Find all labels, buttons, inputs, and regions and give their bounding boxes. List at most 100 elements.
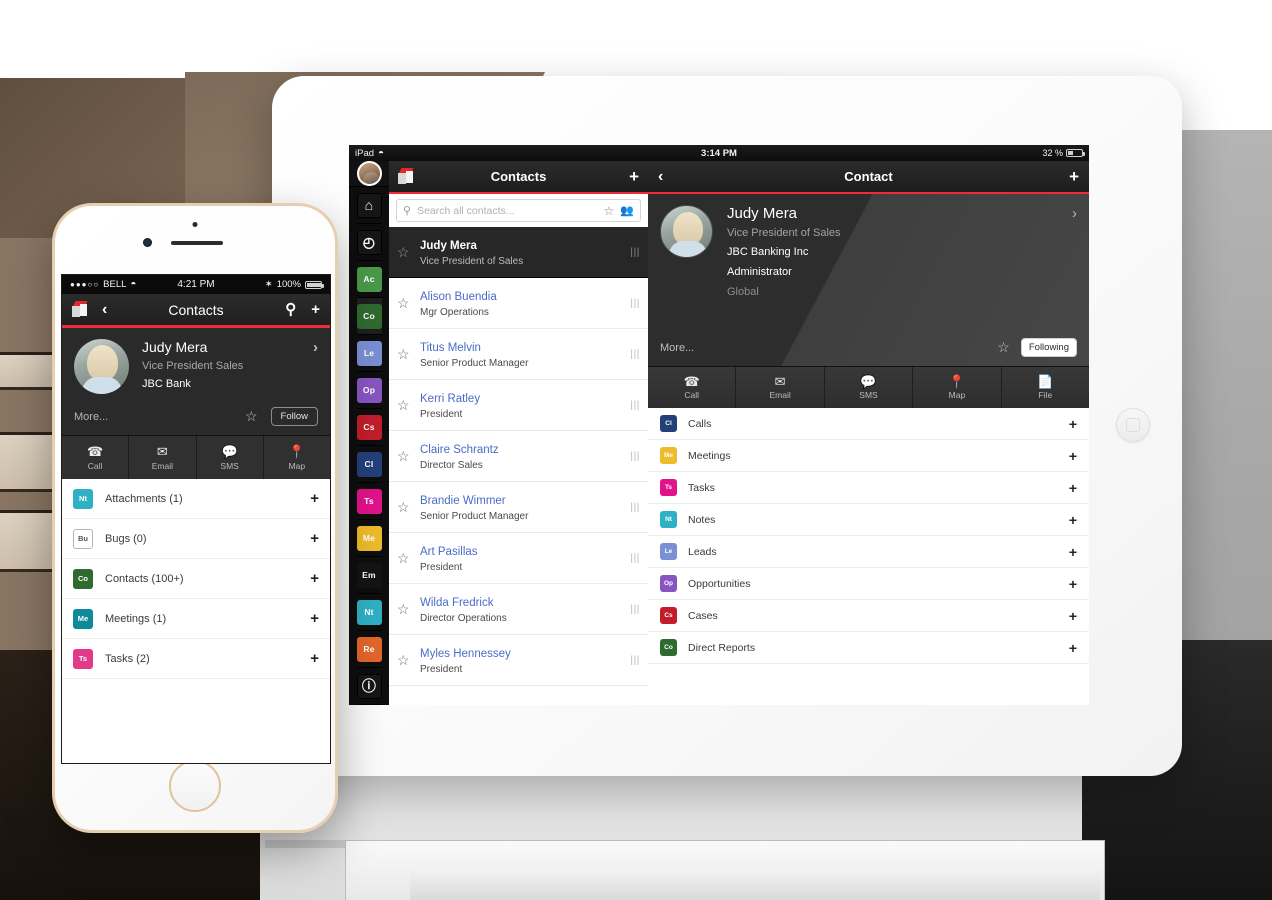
add-related-button[interactable]: + <box>1069 417 1077 431</box>
drag-handle-icon[interactable]: ||| <box>630 604 640 615</box>
add-related-button[interactable]: + <box>1069 609 1077 623</box>
drag-handle-icon[interactable]: ||| <box>630 553 640 564</box>
search-icon[interactable]: ⚲ <box>285 302 296 317</box>
follow-button[interactable]: Follow <box>270 407 318 426</box>
add-related-button[interactable]: + <box>1069 641 1077 655</box>
people-icon[interactable]: 👥 <box>620 204 634 217</box>
add-contact-button[interactable]: + <box>629 168 639 185</box>
add-related-button[interactable]: + <box>310 611 319 626</box>
star-icon[interactable]: ☆ <box>604 204 615 218</box>
contact-list-item[interactable]: ☆ Kerri Ratley President ||| <box>389 380 648 431</box>
contact-list-item[interactable]: ☆ Judy Mera Vice President of Sales ||| <box>389 227 648 278</box>
related-list-row[interactable]: Co Contacts (100+) + <box>62 559 330 599</box>
action-email[interactable]: ✉ Email <box>736 367 825 408</box>
rail-item-accounts[interactable]: Ac <box>356 261 382 298</box>
rail-item-reports[interactable]: Re <box>356 631 382 668</box>
chevron-right-icon[interactable]: › <box>1072 205 1077 222</box>
chevron-right-icon[interactable]: › <box>313 339 318 394</box>
contact-team: Global <box>727 286 759 298</box>
drag-handle-icon[interactable]: ||| <box>630 247 640 258</box>
contact-list-item[interactable]: ☆ Alison Buendia Mgr Operations ||| <box>389 278 648 329</box>
add-related-button[interactable]: + <box>310 531 319 546</box>
iphone-home-button[interactable] <box>169 760 221 812</box>
drag-handle-icon[interactable]: ||| <box>630 298 640 309</box>
add-related-button[interactable]: + <box>1069 545 1077 559</box>
add-record-button[interactable]: + <box>1069 168 1079 185</box>
related-list-row[interactable]: Nt Notes + <box>648 504 1089 536</box>
star-icon[interactable]: ☆ <box>397 244 411 261</box>
action-map[interactable]: 📍 Map <box>913 367 1002 408</box>
action-sms[interactable]: 💬 SMS <box>825 367 914 408</box>
rail-item-contacts[interactable]: Co <box>356 298 382 335</box>
contact-list-item[interactable]: ☆ Myles Hennessey President ||| <box>389 635 648 686</box>
star-icon[interactable]: ☆ <box>397 499 411 516</box>
rail-item-leads[interactable]: Le <box>356 335 382 372</box>
related-list-row[interactable]: Ts Tasks + <box>648 472 1089 504</box>
rail-item-opportunities[interactable]: Op <box>356 372 382 409</box>
contact-name: Myles Hennessey <box>420 647 511 660</box>
rail-item-meetings[interactable]: Me <box>356 520 382 557</box>
star-icon[interactable]: ☆ <box>397 601 411 618</box>
add-related-button[interactable]: + <box>310 571 319 586</box>
star-icon[interactable]: ☆ <box>245 408 258 425</box>
add-related-button[interactable]: + <box>1069 577 1077 591</box>
contact-list-item[interactable]: ☆ Titus Melvin Senior Product Manager ||| <box>389 329 648 380</box>
add-related-button[interactable]: + <box>310 491 319 506</box>
action-map[interactable]: 📍 Map <box>264 436 330 479</box>
rail-item-cases[interactable]: Cs <box>356 409 382 446</box>
related-list-row[interactable]: Cs Cases + <box>648 600 1089 632</box>
back-button[interactable]: ‹ <box>102 301 107 318</box>
drag-handle-icon[interactable]: ||| <box>630 349 640 360</box>
star-icon[interactable]: ☆ <box>397 397 411 414</box>
rail-item-home[interactable]: ⌂ <box>356 187 382 224</box>
rail-avatar-button[interactable] <box>349 161 389 187</box>
more-link[interactable]: More... <box>660 342 694 354</box>
contact-list-item[interactable]: ☆ Wilda Fredrick Director Operations ||| <box>389 584 648 635</box>
related-list-row[interactable]: Me Meetings (1) + <box>62 599 330 639</box>
cube-logo[interactable] <box>398 168 415 185</box>
related-list-row[interactable]: Ts Tasks (2) + <box>62 639 330 679</box>
follow-button[interactable]: Following <box>1020 338 1077 357</box>
search-input[interactable]: ⚲ Search all contacts... ☆ 👥 <box>396 199 641 222</box>
add-related-button[interactable]: + <box>1069 449 1077 463</box>
action-email[interactable]: ✉ Email <box>129 436 197 479</box>
related-list-row[interactable]: Nt Attachments (1) + <box>62 479 330 519</box>
ipad-home-button[interactable] <box>1116 408 1150 442</box>
back-button[interactable]: ‹ <box>658 168 663 185</box>
drag-handle-icon[interactable]: ||| <box>630 400 640 411</box>
star-icon[interactable]: ☆ <box>397 295 411 312</box>
action-call[interactable]: ☎ Call <box>648 367 737 408</box>
add-related-button[interactable]: + <box>1069 513 1077 527</box>
related-list-row[interactable]: Bu Bugs (0) + <box>62 519 330 559</box>
rail-item-notes[interactable]: Nt <box>356 594 382 631</box>
contact-list-item[interactable]: ☆ Claire Schrantz Director Sales ||| <box>389 431 648 482</box>
more-link[interactable]: More... <box>74 411 108 423</box>
contact-list-item[interactable]: ☆ Brandie Wimmer Senior Product Manager ||| <box>389 482 648 533</box>
add-related-button[interactable]: + <box>310 651 319 666</box>
module-tile-reports: Re <box>356 636 382 662</box>
action-sms[interactable]: 💬 SMS <box>197 436 264 479</box>
related-list-row[interactable]: Cl Calls + <box>648 408 1089 440</box>
related-list-row[interactable]: Co Direct Reports + <box>648 632 1089 664</box>
star-icon[interactable]: ☆ <box>397 346 411 363</box>
rail-item-emails[interactable]: Em <box>356 557 382 594</box>
add-related-button[interactable]: + <box>1069 481 1077 495</box>
star-icon[interactable]: ☆ <box>397 652 411 669</box>
related-list-row[interactable]: Le Leads + <box>648 536 1089 568</box>
rail-item-recent[interactable]: ◴ <box>356 224 382 261</box>
add-button[interactable]: + <box>311 302 320 317</box>
rail-item-info[interactable]: ⓘ <box>356 668 382 705</box>
star-icon[interactable]: ☆ <box>997 339 1010 356</box>
action-call[interactable]: ☎ Call <box>62 436 130 479</box>
related-list-row[interactable]: Op Opportunities + <box>648 568 1089 600</box>
star-icon[interactable]: ☆ <box>397 448 411 465</box>
action-file[interactable]: 📄 File <box>1002 367 1089 408</box>
contact-list-item[interactable]: ☆ Art Pasillas President ||| <box>389 533 648 584</box>
drag-handle-icon[interactable]: ||| <box>630 451 640 462</box>
drag-handle-icon[interactable]: ||| <box>630 502 640 513</box>
drag-handle-icon[interactable]: ||| <box>630 655 640 666</box>
related-list-row[interactable]: Me Meetings + <box>648 440 1089 472</box>
star-icon[interactable]: ☆ <box>397 550 411 567</box>
rail-item-calls[interactable]: Cl <box>356 446 382 483</box>
rail-item-tasks[interactable]: Ts <box>356 483 382 520</box>
